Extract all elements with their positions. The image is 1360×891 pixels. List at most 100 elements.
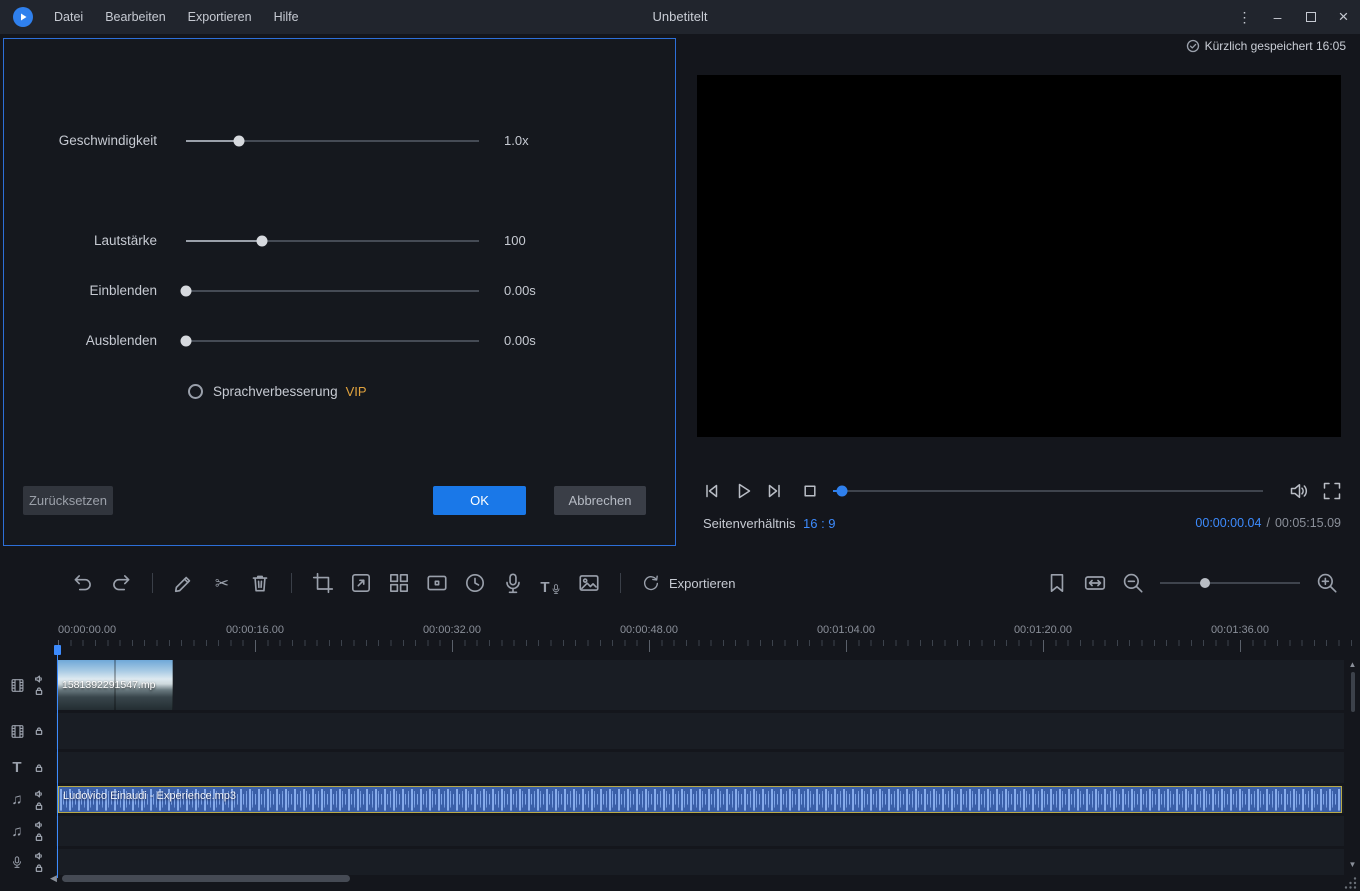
vip-badge: VIP: [346, 384, 367, 399]
play-icon[interactable]: [732, 480, 754, 502]
zoom-out-icon[interactable]: [1121, 571, 1145, 595]
lock-icon[interactable]: [34, 801, 44, 811]
split-scissors-icon[interactable]: ✂: [210, 571, 234, 595]
current-time: 00:00:00.04: [1195, 516, 1261, 530]
minimize-button[interactable]: –: [1261, 0, 1294, 34]
text-track-lane[interactable]: [56, 752, 1344, 783]
lock-icon[interactable]: [34, 726, 44, 736]
timeline-ruler[interactable]: 00:00:00.00 00:00:16.00 00:00:32.00 00:0…: [0, 618, 1360, 658]
zoom-in-icon[interactable]: [1315, 571, 1339, 595]
voiceover-mic-icon[interactable]: [501, 571, 525, 595]
lock-icon[interactable]: [34, 832, 44, 842]
marker-flag-icon[interactable]: [1045, 571, 1069, 595]
speed-label: Geschwindigkeit: [4, 133, 157, 148]
snapshot-icon[interactable]: [577, 571, 601, 595]
track-header-text[interactable]: T: [0, 752, 56, 783]
audio2-track-lane[interactable]: [56, 816, 1344, 846]
fade-in-slider[interactable]: [186, 281, 479, 301]
overlay-track-lane[interactable]: [56, 713, 1344, 749]
slider-thumb[interactable]: [257, 236, 268, 247]
progress-thumb[interactable]: [836, 486, 847, 497]
export-label: Exportieren: [669, 576, 735, 591]
voiceover-track-lane[interactable]: [56, 849, 1344, 875]
volume-icon[interactable]: [1288, 480, 1310, 502]
video-clip[interactable]: 1581392291547.mp: [58, 660, 173, 710]
mute-speaker-icon[interactable]: [34, 674, 44, 684]
slider-track: [186, 340, 479, 342]
horizontal-scroll-thumb[interactable]: [62, 875, 350, 882]
more-options-icon[interactable]: ⋮: [1228, 0, 1261, 34]
zoom-slider-thumb[interactable]: [1200, 578, 1210, 588]
aspect-ratio-label: Seitenverhältnis: [703, 516, 796, 531]
maximize-icon: [1306, 12, 1316, 22]
previous-frame-icon[interactable]: [700, 480, 722, 502]
mosaic-icon[interactable]: [387, 571, 411, 595]
undo-icon[interactable]: [71, 571, 95, 595]
scroll-down-icon[interactable]: ▼: [1346, 858, 1359, 870]
ruler-ticks: [58, 640, 1354, 652]
menu-item-bearbeiten[interactable]: Bearbeiten: [94, 5, 176, 29]
duration-clock-icon[interactable]: [463, 571, 487, 595]
menu-item-datei[interactable]: Datei: [43, 5, 94, 29]
track-header-voiceover[interactable]: [0, 849, 56, 875]
check-circle-icon: [1186, 39, 1200, 53]
vertical-scrollbar[interactable]: ▲ ▼: [1346, 658, 1359, 870]
video-clip-label: 1581392291547.mp: [62, 679, 155, 691]
menu-item-hilfe[interactable]: Hilfe: [263, 5, 310, 29]
timeline-zoom-slider[interactable]: [1160, 572, 1300, 594]
toolbar-divider: [152, 573, 153, 593]
text-to-speech-icon[interactable]: T: [539, 571, 563, 595]
export-button[interactable]: Exportieren: [641, 573, 735, 593]
mute-speaker-icon[interactable]: [34, 851, 44, 861]
lock-icon[interactable]: [34, 763, 44, 773]
music-track-icon: ♫: [0, 791, 34, 808]
stop-icon[interactable]: [799, 480, 821, 502]
playhead-line[interactable]: [57, 645, 58, 878]
playback-progress-slider[interactable]: [833, 480, 1263, 502]
track-header-audio[interactable]: ♫: [0, 786, 56, 813]
close-button[interactable]: ×: [1327, 0, 1360, 34]
voice-enhance-radio[interactable]: [188, 384, 203, 399]
aspect-ratio-value[interactable]: 16 : 9: [803, 516, 836, 531]
freeze-frame-icon[interactable]: [425, 571, 449, 595]
menu-item-exportieren[interactable]: Exportieren: [177, 5, 263, 29]
playhead-handle[interactable]: [54, 645, 61, 655]
speed-slider[interactable]: [186, 131, 479, 151]
scroll-left-icon[interactable]: ◀: [50, 873, 57, 884]
crop-icon[interactable]: [311, 571, 335, 595]
fullscreen-icon[interactable]: [1321, 480, 1343, 502]
ruler-label: 00:00:32.00: [423, 624, 481, 636]
track-header-audio2[interactable]: ♫: [0, 816, 56, 846]
slider-thumb[interactable]: [181, 286, 192, 297]
track-header-video[interactable]: [0, 660, 56, 710]
fit-timeline-icon[interactable]: [1083, 571, 1107, 595]
slider-thumb[interactable]: [181, 336, 192, 347]
resize-grip-icon[interactable]: [1342, 876, 1358, 890]
track-header-overlay[interactable]: [0, 713, 56, 749]
zoom-tool-icon[interactable]: [349, 571, 373, 595]
window-title: Unbetitelt: [653, 0, 708, 34]
cancel-button[interactable]: Abbrechen: [554, 486, 646, 515]
audio-track-lane[interactable]: Ludovico Einaudi - Experience.mp3: [56, 786, 1344, 813]
video-track-lane[interactable]: 1581392291547.mp: [56, 660, 1344, 710]
export-icon: [641, 573, 661, 593]
vertical-scroll-thumb[interactable]: [1351, 672, 1355, 712]
edit-pencil-icon[interactable]: [172, 571, 196, 595]
delete-trash-icon[interactable]: [248, 571, 272, 595]
ok-button[interactable]: OK: [433, 486, 526, 515]
volume-slider[interactable]: [186, 231, 479, 251]
mute-speaker-icon[interactable]: [34, 820, 44, 830]
redo-icon[interactable]: [109, 571, 133, 595]
voice-enhance-label: Sprachverbesserung: [213, 384, 338, 399]
next-frame-icon[interactable]: [764, 480, 786, 502]
lock-icon[interactable]: [34, 863, 44, 873]
reset-button[interactable]: Zurücksetzen: [23, 486, 113, 515]
audio-clip[interactable]: Ludovico Einaudi - Experience.mp3: [58, 786, 1342, 813]
app-logo-icon: [13, 7, 33, 27]
fade-out-slider[interactable]: [186, 331, 479, 351]
slider-thumb[interactable]: [233, 136, 244, 147]
scroll-up-icon[interactable]: ▲: [1346, 658, 1359, 670]
lock-icon[interactable]: [34, 686, 44, 696]
maximize-button[interactable]: [1294, 0, 1327, 34]
mute-speaker-icon[interactable]: [34, 789, 44, 799]
